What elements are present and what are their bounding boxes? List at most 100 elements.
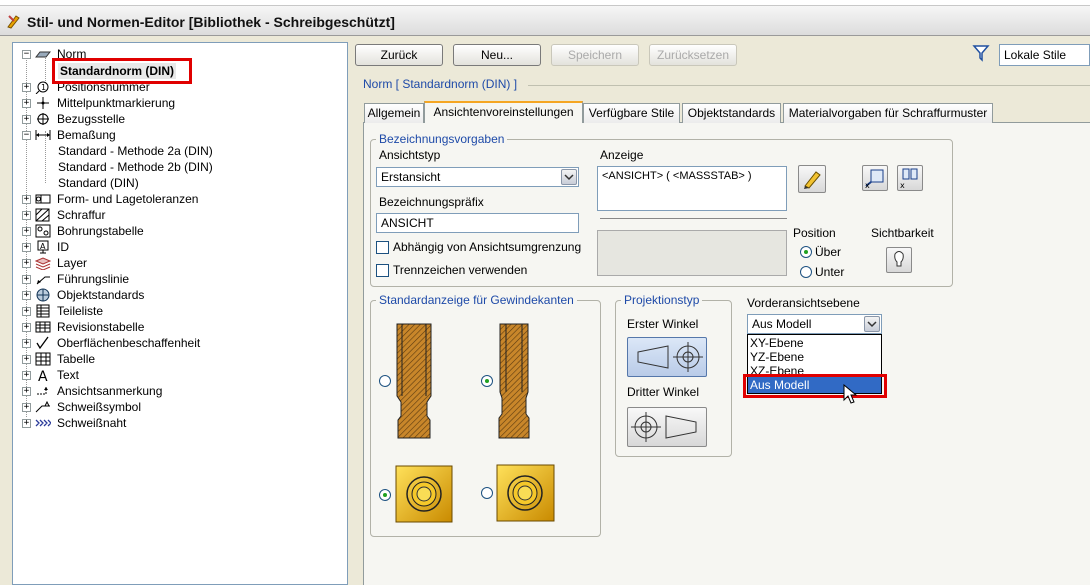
breadcrumb: Norm [ Standardnorm (DIN) ] [363, 77, 518, 91]
tolerance-icon [35, 194, 51, 204]
highlight-frame-tree [52, 58, 192, 84]
align-view-icon[interactable]: x [862, 165, 888, 191]
tree-item[interactable]: Layer [57, 255, 87, 271]
thread-side-view-1-icon [396, 323, 432, 439]
tree-expander[interactable]: + [22, 275, 31, 284]
dropdown-option-yz[interactable]: YZ-Ebene [750, 351, 804, 364]
tree-item[interactable]: Revisionstabelle [57, 319, 144, 335]
thread-option-2-radio[interactable] [481, 375, 493, 387]
filter-icon[interactable] [972, 44, 990, 62]
style-filter-select[interactable]: Lokale Stile [999, 44, 1090, 66]
tab-verfuegbare-stile[interactable]: Verfügbare Stile [583, 103, 680, 123]
thread-end-view-1-icon [395, 465, 453, 523]
tree-expander[interactable]: + [22, 259, 31, 268]
tree-item[interactable]: Bohrungstabelle [57, 223, 144, 239]
view-annotation-icon [37, 387, 48, 395]
parts-list-icon [36, 304, 50, 318]
app-icon [7, 15, 20, 29]
tree-item[interactable]: Oberflächenbeschaffenheit [57, 335, 200, 351]
hole-table-icon [35, 224, 51, 238]
tree-expander[interactable]: + [22, 195, 31, 204]
thread-option-3-radio[interactable] [379, 489, 391, 501]
tree-item[interactable]: Bemaßung [57, 127, 116, 143]
third-angle-projection-icon[interactable] [627, 407, 707, 447]
new-button[interactable]: Neu... [453, 44, 541, 66]
edit-pencil-icon[interactable] [798, 165, 826, 193]
tree-expander[interactable]: + [22, 83, 31, 92]
text-icon: A [38, 369, 48, 382]
tree-item[interactable]: Führungslinie [57, 271, 129, 287]
tree-expander[interactable]: + [22, 243, 31, 252]
thread-option-4-radio[interactable] [481, 487, 493, 499]
tree-item[interactable]: Teileliste [57, 303, 103, 319]
object-defaults-icon [36, 288, 50, 302]
tree-expander[interactable]: + [22, 387, 31, 396]
window-title: Stil- und Normen-Editor [Bibliothek - Sc… [27, 14, 395, 30]
tree-expander[interactable]: + [22, 371, 31, 380]
front-plane-select[interactable]: Aus Modell [747, 314, 882, 334]
naming-group-label: Bezeichnungsvorgaben [376, 132, 508, 146]
tree-item[interactable]: Schweißsymbol [57, 399, 141, 415]
tab-materialvorgaben[interactable]: Materialvorgaben für Schraffurmuster [783, 103, 993, 123]
tree-item[interactable]: Bezugsstelle [57, 111, 125, 127]
dropdown-option-xy[interactable]: XY-Ebene [750, 337, 804, 350]
view-type-select[interactable]: Erstansicht [376, 167, 579, 187]
tree-item[interactable]: ID [57, 239, 69, 255]
tree-item[interactable]: Standard (DIN) [58, 175, 139, 191]
tab-allgemein[interactable]: Allgemein [364, 103, 424, 123]
tree-expander[interactable]: + [22, 115, 31, 124]
leader-icon [36, 276, 50, 285]
tree-expander[interactable]: + [22, 307, 31, 316]
tree-item[interactable]: Form- und Lagetoleranzen [57, 191, 198, 207]
svg-text:x: x [865, 181, 870, 190]
tab-objektstandards[interactable]: Objektstandards [682, 103, 781, 123]
display-divider [600, 218, 787, 219]
depends-checkbox[interactable] [376, 241, 389, 254]
datum-icon [37, 113, 49, 125]
front-plane-value: Aus Modell [752, 317, 812, 331]
tree-expander[interactable]: + [22, 291, 31, 300]
tree-item[interactable]: Schraffur [57, 207, 105, 223]
tree-expander[interactable]: + [22, 355, 31, 364]
tree-item[interactable]: Tabelle [57, 351, 95, 367]
tree-expander[interactable]: + [22, 227, 31, 236]
tree-expander[interactable]: − [22, 50, 31, 59]
tree-item[interactable]: Text [57, 367, 79, 383]
thread-option-1-radio[interactable] [379, 375, 391, 387]
tree-item[interactable]: Standard - Methode 2b (DIN) [58, 159, 213, 175]
dropdown-option-xz[interactable]: XZ-Ebene [750, 365, 804, 374]
prefix-input[interactable]: ANSICHT [376, 213, 579, 233]
back-button[interactable]: Zurück [355, 44, 443, 66]
display-textbox[interactable]: <ANSICHT> ( <MASSSTAB> ) [597, 166, 787, 211]
chevron-down-icon[interactable] [561, 169, 577, 185]
chevron-down-icon[interactable] [864, 316, 880, 332]
depends-label: Abhängig von Ansichtsumgrenzung [393, 240, 582, 254]
tree-expander[interactable]: + [22, 403, 31, 412]
position-above-radio[interactable] [800, 246, 812, 258]
tree-expander[interactable]: + [22, 99, 31, 108]
visibility-bulb-icon[interactable] [886, 247, 912, 273]
tree-item[interactable]: Mittelpunktmarkierung [57, 95, 175, 111]
position-below-radio[interactable] [800, 266, 812, 278]
view-type-value: Erstansicht [381, 170, 441, 184]
tree-expander[interactable]: + [22, 419, 31, 428]
first-angle-projection-icon[interactable] [627, 337, 707, 377]
position-below-label: Unter [815, 265, 845, 279]
tree-item[interactable]: Standard - Methode 2a (DIN) [58, 143, 213, 159]
save-button[interactable]: Speichern [551, 44, 639, 66]
arrange-view-icon[interactable]: x [897, 165, 923, 191]
weld-bead-icon [35, 419, 51, 427]
separator-checkbox[interactable] [376, 264, 389, 277]
tab-ansichtenvoreinstellungen[interactable]: Ansichtenvoreinstellungen [424, 101, 583, 123]
tree-item[interactable]: Schweißnaht [57, 415, 126, 431]
tree-expander[interactable]: − [22, 131, 31, 140]
reset-button[interactable]: Zurücksetzen [649, 44, 737, 66]
style-tree[interactable]: − Norm Standardnorm (DIN) +1 Positionsnummer… [12, 42, 348, 585]
projection-group-label: Projektionstyp [621, 293, 703, 307]
tree-item[interactable]: Objektstandards [57, 287, 144, 303]
tree-expander[interactable]: + [22, 339, 31, 348]
tree-expander[interactable]: + [22, 323, 31, 332]
svg-text:1: 1 [41, 83, 46, 92]
tree-item[interactable]: Ansichtsanmerkung [57, 383, 162, 399]
tree-expander[interactable]: + [22, 211, 31, 220]
